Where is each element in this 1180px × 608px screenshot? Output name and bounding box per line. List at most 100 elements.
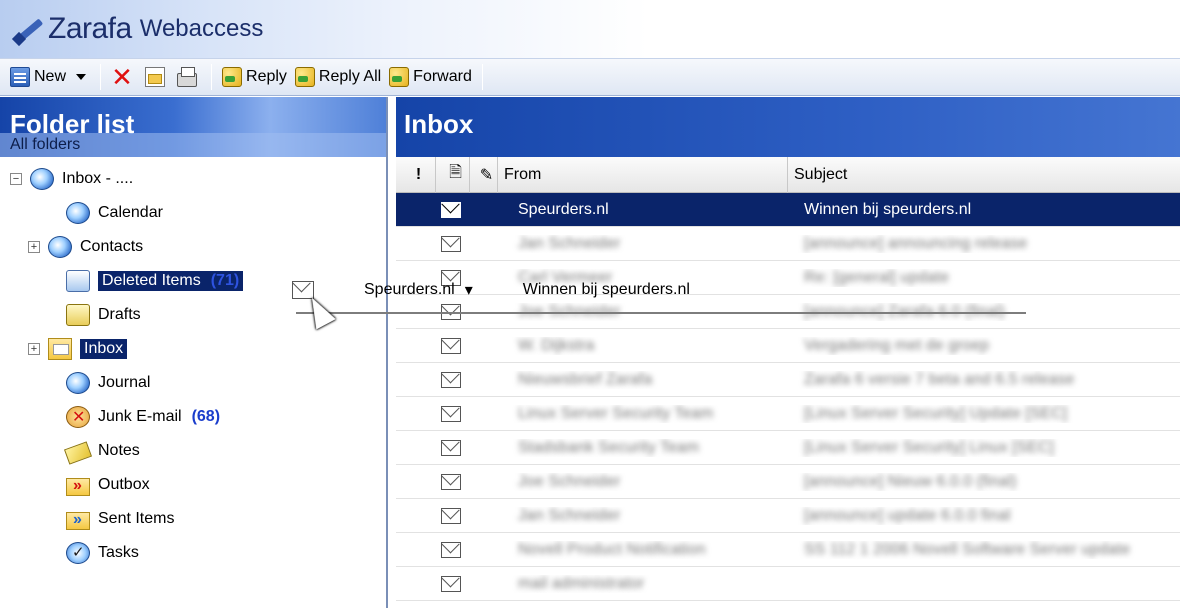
message-row[interactable]: Stadsbank Security Team [Linux Server Sec… <box>396 431 1180 465</box>
message-row[interactable]: Jan Schneider [announce] announcing relea… <box>396 227 1180 261</box>
folder-item-outbox[interactable]: Outbox <box>66 471 150 499</box>
inbox-folder-icon <box>48 338 72 360</box>
folder-label-selected: Inbox <box>80 339 128 359</box>
folder-label: Sent Items <box>98 510 175 527</box>
toolbar-separator <box>211 64 213 90</box>
importance-column[interactable]: ! <box>396 156 436 193</box>
tree-root[interactable]: − Inbox - .... <box>10 165 133 193</box>
message-from: Speurders.nl <box>518 200 609 218</box>
chevron-down-icon[interactable] <box>76 74 87 80</box>
message-icon-cell <box>396 439 506 456</box>
zarafa-logo-icon <box>11 14 44 47</box>
reply-icon <box>222 67 243 87</box>
message-subject: Vergadering met de groep <box>804 336 990 354</box>
message-subject: Winnen bij speurders.nl <box>804 200 972 218</box>
reply-all-button[interactable]: Reply All <box>291 62 385 92</box>
message-row[interactable]: Joe Schneider [announce] Nieuw 6.0.0 (fin… <box>396 465 1180 499</box>
folder-label: Calendar <box>98 204 163 221</box>
envelope-icon <box>441 439 461 456</box>
folder-label: Contacts <box>80 238 144 255</box>
inbox-header: Inbox <box>396 97 1180 157</box>
reply-all-icon <box>294 67 315 87</box>
folder-item-sent-items[interactable]: Sent Items <box>66 505 174 533</box>
delete-icon: ✕ <box>111 62 133 92</box>
calendar-icon <box>66 202 90 224</box>
message-row[interactable]: Speurders.nl Winnen bij speurders.nl <box>396 193 1180 227</box>
paperclip-icon: ✎ <box>479 166 494 184</box>
move-button[interactable] <box>141 62 173 92</box>
message-icon-cell <box>396 235 506 252</box>
new-button[interactable]: New <box>6 62 94 92</box>
journal-icon <box>66 372 90 394</box>
reply-button[interactable]: Reply <box>218 62 291 92</box>
inbox-title: Inbox <box>404 109 474 139</box>
message-subject: Zarafa 6 versie 7 beta and 6.5 release <box>804 370 1075 388</box>
folder-item-journal[interactable]: Journal <box>66 369 150 397</box>
message-row[interactable]: Jan Schneider [announce] update 6.0.0 fin… <box>396 499 1180 533</box>
envelope-icon <box>441 201 461 218</box>
app-title-bar: Zarafa Webaccess <box>0 0 1180 58</box>
reply-all-button-label: Reply All <box>318 68 382 85</box>
new-button-label: New <box>34 68 67 85</box>
subject-column[interactable]: Subject <box>788 157 1180 193</box>
message-from: W. Dijkstra <box>518 336 595 354</box>
unread-count: (68) <box>191 408 221 425</box>
collapse-icon[interactable]: − <box>10 173 22 185</box>
folder-label: Junk E-mail <box>98 408 182 425</box>
folder-item-inbox[interactable]: + Inbox <box>28 335 128 363</box>
folder-item-junk-email[interactable]: Junk E-mail (68) <box>66 403 220 431</box>
message-row[interactable]: Novell Product Notification SS 112 1 2006… <box>396 533 1180 567</box>
message-row[interactable]: W. Dijkstra Vergadering met de groep <box>396 329 1180 363</box>
toolbar-separator <box>100 64 102 90</box>
all-folders-label[interactable]: All folders <box>0 133 386 157</box>
forward-icon <box>389 67 410 87</box>
folder-item-notes[interactable]: Notes <box>63 437 140 465</box>
envelope-icon <box>441 337 461 354</box>
message-row[interactable]: mail administrator <box>396 567 1180 601</box>
message-subject: [Linux Server Security] Update [SEC] <box>804 404 1068 422</box>
message-from: Linux Server Security Team <box>518 404 714 422</box>
mailbox-icon <box>30 168 54 190</box>
delete-button[interactable]: ✕ <box>107 62 141 92</box>
message-subject: [announce] announcing release <box>804 234 1028 252</box>
print-button[interactable] <box>173 62 205 92</box>
message-from: Nieuwsbrief Zarafa <box>518 370 653 388</box>
expand-icon[interactable]: + <box>28 241 40 253</box>
message-subject: SS 112 1 2006 Novell Software Server upd… <box>804 540 1131 558</box>
message-icon-cell <box>396 201 506 218</box>
envelope-icon <box>441 575 461 592</box>
message-from: Jan Schneider <box>518 506 621 524</box>
drag-ghost-from: Speurders.nl <box>364 281 455 298</box>
message-type-column[interactable]: 🗎 <box>436 156 470 193</box>
attachment-column[interactable]: ✎ <box>470 156 498 193</box>
folder-item-contacts[interactable]: + Contacts <box>28 233 143 261</box>
drafts-icon <box>66 304 90 326</box>
message-subject: [announce] Nieuw 6.0.0 (final) <box>804 472 1017 490</box>
product-name: Webaccess <box>139 15 264 42</box>
folder-item-drafts[interactable]: Drafts <box>66 301 141 329</box>
main-toolbar: New ✕ Reply Reply All Forward <box>0 58 1180 96</box>
folder-item-tasks[interactable]: Tasks <box>66 539 139 567</box>
drag-ghost-caret: ▾ <box>464 282 473 299</box>
notes-icon <box>63 441 93 465</box>
deleted-items-icon <box>66 270 90 292</box>
folder-item-deleted-items[interactable]: Deleted Items (71) <box>66 267 244 295</box>
message-row[interactable]: Nieuwsbrief Zarafa Zarafa 6 versie 7 beta… <box>396 363 1180 397</box>
message-from: Novell Product Notification <box>518 540 706 558</box>
message-icon-cell <box>396 541 506 558</box>
new-message-icon <box>10 67 30 87</box>
folder-list-header: Folder list All folders <box>0 97 386 157</box>
folder-item-calendar[interactable]: Calendar <box>66 199 163 227</box>
envelope-icon <box>441 507 461 524</box>
folder-label: Tasks <box>98 544 139 561</box>
document-icon: 🗎 <box>449 164 462 181</box>
drag-ghost: Speurders.nl ▾ Winnen bij speurders.nl <box>292 280 690 300</box>
message-row[interactable]: Linux Server Security Team [Linux Server … <box>396 397 1180 431</box>
from-column[interactable]: From <box>498 156 788 193</box>
message-subject: [announce] update 6.0.0 final <box>804 506 1011 524</box>
folder-label: Outbox <box>98 476 150 493</box>
forward-button[interactable]: Forward <box>385 62 476 92</box>
expand-icon[interactable]: + <box>28 343 40 355</box>
message-from: mail administrator <box>518 574 645 592</box>
envelope-icon <box>441 541 461 558</box>
